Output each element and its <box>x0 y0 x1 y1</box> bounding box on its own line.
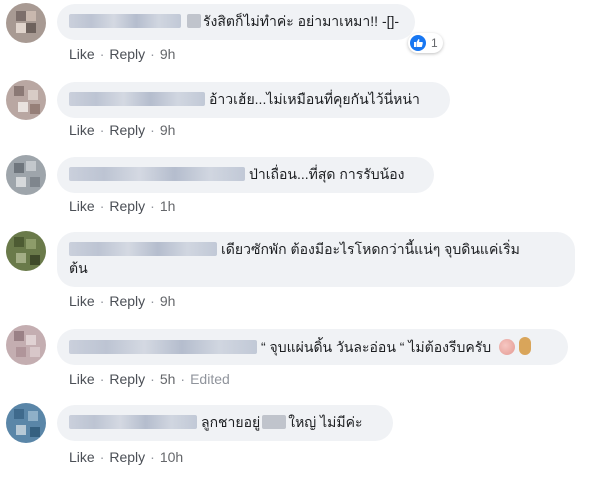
reaction-count[interactable]: 1 <box>408 33 443 53</box>
redacted-text <box>262 415 287 429</box>
comment-text: อ้าวเฮ้ย...ไม่เหมือนที่คุยกันไว้นี่หน่า <box>209 91 420 107</box>
comment-bubble: “ จุบแผ่นดิ้น วันละอ่อน “ ไม่ต้องรีบครับ <box>57 329 568 365</box>
reply-link[interactable]: Reply <box>109 198 145 214</box>
comment-text-a: ลูกชายอยู่ <box>201 414 261 430</box>
timestamp[interactable]: 1h <box>160 198 176 214</box>
like-link[interactable]: Like <box>69 449 95 465</box>
reply-link[interactable]: Reply <box>109 371 145 387</box>
comment-actions: Like · Reply · 9h <box>69 46 176 62</box>
like-link[interactable]: Like <box>69 122 95 138</box>
commenter-name[interactable] <box>69 167 245 181</box>
reply-link[interactable]: Reply <box>109 122 145 138</box>
reaction-count-value: 1 <box>431 36 438 50</box>
commenter-name[interactable] <box>69 340 257 354</box>
like-link[interactable]: Like <box>69 46 95 62</box>
avatar[interactable] <box>6 155 46 195</box>
avatar[interactable] <box>6 231 46 271</box>
comment-actions: Like · Reply · 5h · Edited <box>69 371 230 387</box>
comment-text-b: ใหญ่ ไม่มีค่ะ <box>288 414 363 430</box>
commenter-name[interactable] <box>69 14 181 28</box>
brain-icon <box>499 339 516 355</box>
timestamp[interactable]: 9h <box>160 46 176 62</box>
like-icon <box>410 35 426 51</box>
avatar[interactable] <box>6 80 46 120</box>
comment-line: เดียวซักพัก ต้องมีอะไรโหดกว่านี้แน่ๆ จุบ… <box>69 240 563 259</box>
comment-bubble: อ้าวเฮ้ย...ไม่เหมือนที่คุยกันไว้นี่หน่า <box>57 82 450 118</box>
commenter-name[interactable] <box>69 415 197 429</box>
reply-link[interactable]: Reply <box>109 449 145 465</box>
comment-text-line2: ต้น <box>69 260 88 276</box>
like-link[interactable]: Like <box>69 198 95 214</box>
reply-link[interactable]: Reply <box>109 293 145 309</box>
like-link[interactable]: Like <box>69 371 95 387</box>
redacted-text <box>187 14 201 28</box>
avatar[interactable] <box>6 403 46 443</box>
comment-actions: Like · Reply · 1h <box>69 198 176 214</box>
comment-text: “ จุบแผ่นดิ้น วันละอ่อน “ ไม่ต้องรีบครับ <box>261 339 492 355</box>
comment-text: รังสิตก็ไม่ทำค่ะ อย่ามาเหมา!! -[]- <box>203 13 400 29</box>
reply-link[interactable]: Reply <box>109 46 145 62</box>
timestamp[interactable]: 9h <box>160 293 176 309</box>
comment-actions: Like · Reply · 9h <box>69 122 176 138</box>
avatar[interactable] <box>6 3 46 43</box>
peanut-icon <box>519 337 532 355</box>
avatar[interactable] <box>6 325 46 365</box>
commenter-name[interactable] <box>69 92 205 106</box>
timestamp[interactable]: 10h <box>160 449 183 465</box>
comment-actions: Like · Reply · 9h <box>69 293 176 309</box>
comment-actions: Like · Reply · 10h <box>69 449 184 465</box>
edited-label[interactable]: Edited <box>190 371 230 387</box>
comment-bubble: เดียวซักพัก ต้องมีอะไรโหดกว่านี้แน่ๆ จุบ… <box>57 232 575 287</box>
commenter-name[interactable] <box>69 242 217 256</box>
like-link[interactable]: Like <box>69 293 95 309</box>
comment-bubble: รังสิตก็ไม่ทำค่ะ อย่ามาเหมา!! -[]- <box>57 4 415 40</box>
comment-bubble: ลูกชายอยู่ ใหญ่ ไม่มีค่ะ <box>57 405 393 441</box>
comment-text: เดียวซักพัก ต้องมีอะไรโหดกว่านี้แน่ๆ จุบ… <box>221 241 520 257</box>
comment-bubble: ป่าเถื่อน...ที่สุด การรับน้อง <box>57 157 434 193</box>
comment-text: ป่าเถื่อน...ที่สุด การรับน้อง <box>249 166 405 182</box>
timestamp[interactable]: 5h <box>160 371 176 387</box>
timestamp[interactable]: 9h <box>160 122 176 138</box>
